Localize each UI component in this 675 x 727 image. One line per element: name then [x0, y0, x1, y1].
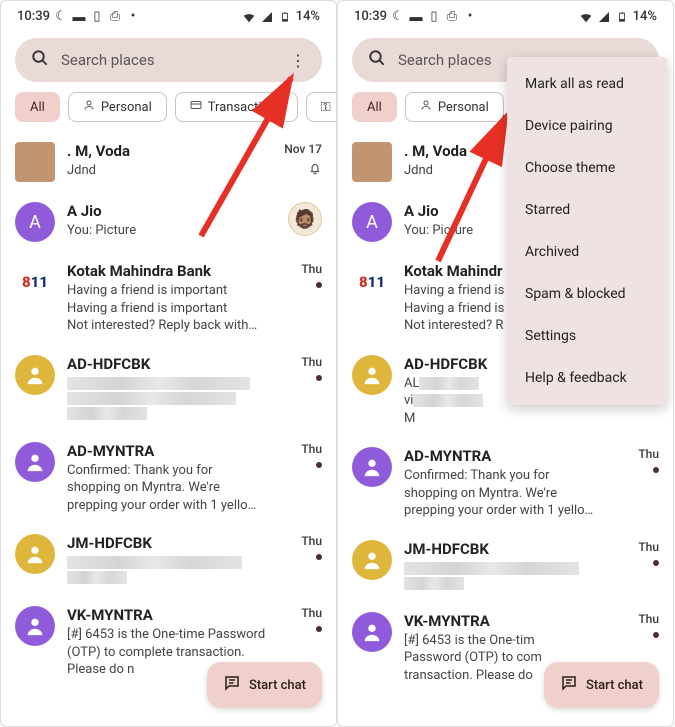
chip-transactions[interactable]: Transactions	[175, 92, 298, 122]
overflow-menu-button[interactable]: ⋮	[290, 51, 306, 70]
dnd-icon: ☾	[391, 10, 405, 24]
conversation-item[interactable]: AD-MYNTRA Confirmed: Thank you for shopp…	[352, 437, 659, 530]
wifi-icon	[579, 10, 593, 24]
chip-all[interactable]: All	[15, 92, 60, 122]
person-outline-icon	[420, 99, 432, 115]
avatar	[352, 447, 392, 487]
chip-all[interactable]: All	[352, 92, 397, 122]
avatar: A	[352, 202, 392, 242]
avatar	[352, 355, 392, 395]
avatar: A	[15, 202, 55, 242]
chip-personal[interactable]: Personal	[68, 92, 167, 122]
conversation-item[interactable]: . M, Voda Jdnd Nov 17	[15, 132, 322, 192]
contact-photo: 🧔🏽	[288, 202, 322, 236]
conversation-item[interactable]: AD-HDFCBK Thu	[15, 345, 322, 432]
bell-off-icon	[308, 160, 322, 174]
avatar	[15, 355, 55, 395]
status-bar: 10:39 ☾ ▬ ▯ ⎙ • 14%	[1, 1, 336, 28]
avatar	[15, 534, 55, 574]
start-chat-button[interactable]: Start chat	[207, 662, 322, 708]
overflow-menu: Mark all as read Device pairing Choose t…	[507, 57, 667, 405]
search-icon	[31, 49, 49, 71]
notif-icon-1: ▬	[409, 10, 423, 24]
chat-icon	[223, 674, 241, 696]
avatar	[15, 606, 55, 646]
unread-dot	[316, 462, 322, 468]
search-icon	[368, 49, 386, 71]
avatar	[352, 142, 392, 182]
avatar	[352, 540, 392, 580]
avatar	[352, 612, 392, 652]
wifi-icon	[242, 10, 256, 24]
notif-icon-2: ▯	[90, 10, 104, 24]
unread-dot	[316, 375, 322, 381]
menu-choose-theme[interactable]: Choose theme	[507, 147, 667, 189]
chip-personal[interactable]: Personal	[405, 92, 504, 122]
status-time: 10:39	[17, 9, 50, 24]
battery-icon	[278, 10, 292, 24]
status-bar: 10:39 ☾ ▬ ▯ ⎙ • 14%	[338, 1, 673, 28]
conversation-item[interactable]: A A Jio You: Picture 🧔🏽	[15, 192, 322, 252]
fab-label: Start chat	[586, 678, 643, 693]
chat-icon	[560, 674, 578, 696]
avatar: 811	[352, 262, 392, 302]
search-placeholder: Search places	[61, 51, 278, 69]
battery-pct: 14%	[633, 9, 657, 24]
menu-help-feedback[interactable]: Help & feedback	[507, 357, 667, 399]
unread-dot	[316, 554, 322, 560]
screen-left: 10:39 ☾ ▬ ▯ ⎙ • 14% Search places ⋮ All …	[0, 0, 337, 727]
notif-icon-3: ⎙	[445, 10, 459, 24]
unread-dot	[316, 282, 322, 288]
menu-archived[interactable]: Archived	[507, 231, 667, 273]
avatar	[15, 142, 55, 182]
person-outline-icon	[83, 99, 95, 115]
battery-pct: 14%	[296, 9, 320, 24]
conversation-item[interactable]: AD-MYNTRA Confirmed: Thank you for shopp…	[15, 432, 322, 525]
conversation-item[interactable]: JM-HDFCBK Thu	[352, 530, 659, 602]
menu-starred[interactable]: Starred	[507, 189, 667, 231]
notif-icon-3: ⎙	[108, 10, 122, 24]
unread-dot	[653, 632, 659, 638]
notif-icon-2: ▯	[427, 10, 441, 24]
avatar: 811	[15, 262, 55, 302]
screen-right: 10:39 ☾ ▬ ▯ ⎙ • 14% Search places All Pe…	[337, 0, 674, 727]
search-bar[interactable]: Search places ⋮	[15, 38, 322, 82]
dnd-icon: ☾	[54, 10, 68, 24]
signal-icon	[260, 10, 274, 24]
start-chat-button[interactable]: Start chat	[544, 662, 659, 708]
fab-label: Start chat	[249, 678, 306, 693]
conversation-list: . M, Voda Jdnd Nov 17 A A Jio You: Pictu…	[1, 132, 336, 689]
status-time: 10:39	[354, 9, 387, 24]
unread-dot	[316, 626, 322, 632]
menu-device-pairing[interactable]: Device pairing	[507, 105, 667, 147]
notif-icon-1: ▬	[72, 10, 86, 24]
battery-icon	[615, 10, 629, 24]
filter-chips: All Personal Transactions ⚿O	[1, 92, 336, 132]
more-notif-icon: •	[463, 10, 477, 24]
key-icon: ⚿	[321, 100, 331, 115]
chip-more[interactable]: ⚿O	[306, 92, 336, 122]
conversation-item[interactable]: JM-HDFCBK Thu	[15, 524, 322, 596]
menu-settings[interactable]: Settings	[507, 315, 667, 357]
unread-dot	[653, 467, 659, 473]
signal-icon	[597, 10, 611, 24]
menu-mark-all-read[interactable]: Mark all as read	[507, 63, 667, 105]
menu-spam-blocked[interactable]: Spam & blocked	[507, 273, 667, 315]
conversation-item[interactable]: 811 Kotak Mahindra Bank Having a friend …	[15, 252, 322, 345]
card-icon	[190, 99, 202, 115]
more-notif-icon: •	[126, 10, 140, 24]
unread-dot	[653, 560, 659, 566]
avatar	[15, 442, 55, 482]
